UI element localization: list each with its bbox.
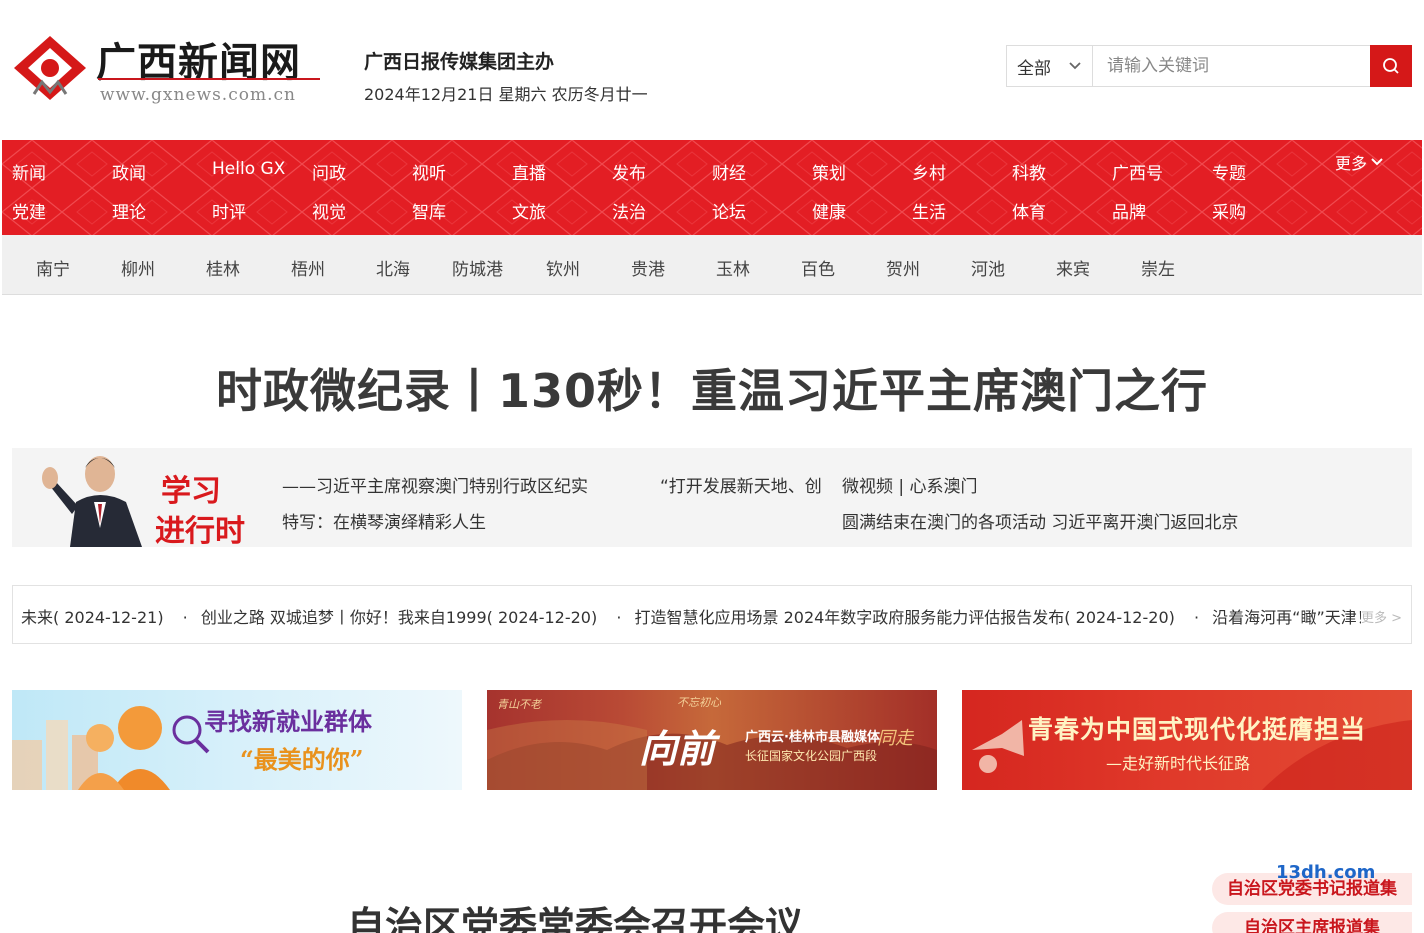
nav-more-label: 更多: [1335, 154, 1368, 173]
date-text: 2024年12月21日 星期六 农历冬月廿一: [364, 85, 648, 104]
main-nav: 新闻 政闻 Hello GX 问政 视听 直播 发布 财经 策划 乡村 科教 广…: [2, 140, 1422, 235]
banner-youth-modernization[interactable]: 青春为中国式现代化挺膺担当 —走好新时代长征路: [962, 690, 1412, 790]
ticker-item[interactable]: 未来( 2024-12-21): [21, 608, 164, 627]
watermark-text: 13dh.com: [1276, 862, 1376, 883]
nav-item-commentary[interactable]: 时评: [212, 198, 246, 223]
city-item-guilin[interactable]: 桂林: [206, 255, 240, 280]
banner1-line2: “最美的你”: [240, 745, 364, 774]
nav-item-party[interactable]: 党建: [12, 198, 46, 223]
ticker-bullet: ·: [182, 608, 188, 627]
special-mark-line1: 学习: [161, 474, 221, 509]
special-link-micro-video[interactable]: 微视频 | 心系澳门: [842, 472, 1042, 497]
nav-item-procurement[interactable]: 采购: [1212, 198, 1246, 223]
special-link-macau-visit[interactable]: ——习近平主席视察澳门特别行政区纪实: [282, 472, 618, 497]
search-button[interactable]: [1370, 45, 1412, 87]
logo-divider: [98, 78, 320, 80]
banner2-top-left-text: 青山不老: [497, 698, 541, 711]
side-badge-chairman[interactable]: 自治区主席报道集: [1212, 912, 1412, 933]
nav-item-forum[interactable]: 论坛: [712, 198, 746, 223]
sponsor-text: 广西日报传媒集团主办: [364, 51, 555, 73]
ticker-bullet: ·: [1193, 608, 1200, 627]
banner2-line2: 长征国家文化公园广西段: [745, 749, 878, 763]
nav-item-release[interactable]: 发布: [612, 159, 646, 184]
city-item-liuzhou[interactable]: 柳州: [121, 255, 155, 280]
search-icon: [1383, 58, 1399, 74]
leader-photo-image[interactable]: [30, 436, 170, 547]
chevron-down-icon: [1069, 62, 1081, 70]
city-item-nanning[interactable]: 南宁: [36, 255, 70, 280]
nav-item-news[interactable]: 新闻: [12, 159, 46, 184]
city-item-beihai[interactable]: 北海: [376, 255, 410, 280]
special-link-leaves-macau[interactable]: 圆满结束在澳门的各项活动 习近平离开澳门返回北京: [842, 508, 1292, 533]
banner3-line2: —走好新时代长征路: [1106, 754, 1251, 773]
city-item-hechi[interactable]: 河池: [971, 255, 1005, 280]
banner-new-employment[interactable]: 寻找新就业群体 “最美的你”: [12, 690, 462, 790]
ticker-bullet: ·: [616, 608, 622, 627]
city-item-hezhou[interactable]: 贺州: [886, 255, 920, 280]
banner3-line1: 青春为中国式现代化挺膺担当: [1028, 715, 1367, 744]
banner2-main: 向前: [639, 726, 716, 771]
ticker-track: 未来( 2024-12-21) · 创业之路 双城追梦丨你好！我来自1999( …: [21, 604, 1361, 628]
city-item-chongzuo[interactable]: 崇左: [1141, 255, 1175, 280]
nav-item-theory[interactable]: 理论: [112, 198, 146, 223]
nav-item-video[interactable]: 视听: [412, 159, 446, 184]
search-scope-select[interactable]: 全部: [1007, 46, 1093, 86]
special-link-new-horizons[interactable]: “打开发展新天地、创: [660, 472, 825, 497]
city-item-wuzhou[interactable]: 梧州: [291, 255, 325, 280]
special-topic-banner: 学习 进行时 ——习近平主席视察澳门特别行政区纪实 “打开发展新天地、创 微视频…: [12, 448, 1412, 549]
city-nav: 南宁 柳州 桂林 梧州 北海 防城港 钦州 贵港 玉林 百色 贺州 河池 来宾 …: [2, 235, 1422, 295]
top-headline[interactable]: 时政微纪录丨130秒！重温习近平主席澳门之行: [0, 355, 1424, 421]
chevron-down-icon: [1371, 158, 1383, 166]
nav-item-hello-gx[interactable]: Hello GX: [212, 159, 285, 179]
city-item-qinzhou[interactable]: 钦州: [546, 255, 580, 280]
logo-url: www.gxnews.com.cn: [100, 85, 296, 105]
nav-item-live[interactable]: 直播: [512, 159, 546, 184]
search-bar: 全部: [1006, 45, 1412, 87]
city-item-yulin[interactable]: 玉林: [716, 255, 750, 280]
nav-item-gx-account[interactable]: 广西号: [1112, 159, 1163, 184]
site-header: 广西新闻网 www.gxnews.com.cn 广西日报传媒集团主办 2024年…: [0, 0, 1424, 140]
nav-item-health[interactable]: 健康: [812, 198, 846, 223]
banner2-line1: 广西云·桂林市县融媒体: [745, 730, 880, 745]
nav-item-gov[interactable]: 政闻: [112, 159, 146, 184]
search-input[interactable]: [1093, 46, 1370, 86]
city-item-guigang[interactable]: 贵港: [631, 255, 665, 280]
special-mark-line2: 进行时: [155, 514, 245, 549]
nav-item-science[interactable]: 科教: [1012, 159, 1046, 184]
nav-item-think-tank[interactable]: 智库: [412, 198, 446, 223]
nav-more-button[interactable]: 更多: [1335, 150, 1384, 174]
nav-item-culture-tourism[interactable]: 文旅: [512, 198, 546, 223]
nav-item-finance[interactable]: 财经: [712, 159, 746, 184]
nav-item-planning[interactable]: 策划: [812, 159, 846, 184]
city-item-baise[interactable]: 百色: [801, 255, 835, 280]
nav-item-brand[interactable]: 品牌: [1112, 198, 1146, 223]
nav-item-visual[interactable]: 视觉: [312, 198, 346, 223]
search-scope-label: 全部: [1017, 58, 1051, 79]
special-link-hengqin-feature[interactable]: 特写：在横琴演绎精彩人生: [282, 508, 618, 533]
banner1-line1: 寻找新就业群体: [204, 707, 372, 736]
nav-item-rural[interactable]: 乡村: [912, 159, 946, 184]
section-headline[interactable]: 自治区党委常委会召开会议: [347, 895, 803, 933]
nav-item-law[interactable]: 法治: [612, 198, 646, 223]
ticker-item[interactable]: 创业之路 双城追梦丨你好！我来自1999( 2024-12-20): [201, 608, 597, 627]
ticker-more-link[interactable]: 更多 >: [1361, 607, 1402, 626]
city-item-fangchenggang[interactable]: 防城港: [452, 255, 503, 280]
ticker-item[interactable]: 沿着海河再“瞰”天津！( 2: [1212, 608, 1361, 627]
banner-forward-long-march[interactable]: 青山不老 不忘初心 向前 广西云·桂林市县融媒体 长征国家文化公园广西段 同走: [487, 690, 937, 790]
logo-icon[interactable]: [12, 34, 88, 102]
banner2-top-right-text: 不忘初心: [677, 696, 721, 709]
city-item-laibin[interactable]: 来宾: [1056, 255, 1090, 280]
banner2-tail: 同走: [877, 728, 913, 749]
nav-item-sports[interactable]: 体育: [1012, 198, 1046, 223]
news-ticker: 未来( 2024-12-21) · 创业之路 双城追梦丨你好！我来自1999( …: [12, 585, 1412, 644]
nav-item-inquiry[interactable]: 问政: [312, 159, 346, 184]
nav-item-life[interactable]: 生活: [912, 198, 946, 223]
nav-item-topics[interactable]: 专题: [1212, 159, 1246, 184]
ticker-item[interactable]: 打造智慧化应用场景 2024年数字政府服务能力评估报告发布( 2024-12-2…: [635, 608, 1175, 627]
